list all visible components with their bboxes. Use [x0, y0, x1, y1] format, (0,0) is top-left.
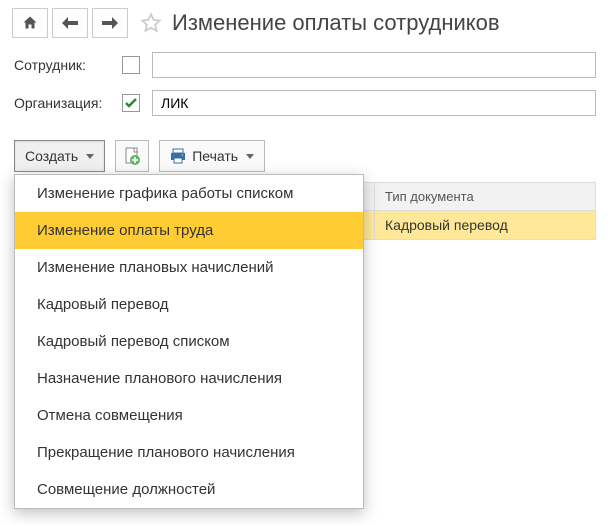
caret-down-icon: [246, 154, 254, 159]
home-icon: [22, 15, 38, 31]
dropdown-item[interactable]: Прекращение планового начисления: [15, 434, 363, 471]
back-button[interactable]: [52, 8, 88, 38]
dropdown-item[interactable]: Кадровый перевод списком: [15, 323, 363, 360]
dropdown-item[interactable]: Назначение планового начисления: [15, 360, 363, 397]
employee-label: Сотрудник:: [14, 57, 122, 73]
printer-icon: [170, 148, 186, 164]
dropdown-item[interactable]: Кадровый перевод: [15, 286, 363, 323]
dropdown-item[interactable]: Изменение плановых начислений: [15, 249, 363, 286]
arrow-left-icon: [62, 17, 78, 29]
organization-row: Организация:: [14, 90, 596, 116]
print-button-label: Печать: [192, 148, 238, 164]
employee-input[interactable]: [152, 52, 596, 78]
dropdown-item[interactable]: Отмена совмещения: [15, 397, 363, 434]
favorite-star-icon[interactable]: [140, 12, 162, 34]
page-title: Изменение оплаты сотрудников: [172, 10, 500, 36]
organization-checkbox[interactable]: [122, 94, 140, 112]
caret-down-icon: [86, 154, 94, 159]
organization-input[interactable]: [152, 90, 596, 116]
table-cell-doc-type: Кадровый перевод: [375, 211, 595, 239]
print-button[interactable]: Печать: [159, 140, 265, 172]
add-button[interactable]: [115, 140, 149, 172]
organization-label: Организация:: [14, 95, 122, 111]
arrow-right-icon: [102, 17, 118, 29]
table-header-cell[interactable]: Тип документа: [375, 183, 595, 210]
create-button-label: Создать: [25, 148, 78, 164]
dropdown-item[interactable]: Совмещение должностей: [15, 471, 363, 508]
employee-checkbox[interactable]: [122, 56, 140, 74]
create-dropdown-menu: Изменение графика работы списком Изменен…: [14, 174, 364, 509]
employee-row: Сотрудник:: [14, 52, 596, 78]
home-button[interactable]: [12, 8, 48, 38]
add-document-icon: [124, 147, 140, 165]
forward-button[interactable]: [92, 8, 128, 38]
create-button[interactable]: Создать: [14, 140, 105, 172]
dropdown-item[interactable]: Изменение оплаты труда: [15, 212, 363, 249]
dropdown-item[interactable]: Изменение графика работы списком: [15, 175, 363, 212]
